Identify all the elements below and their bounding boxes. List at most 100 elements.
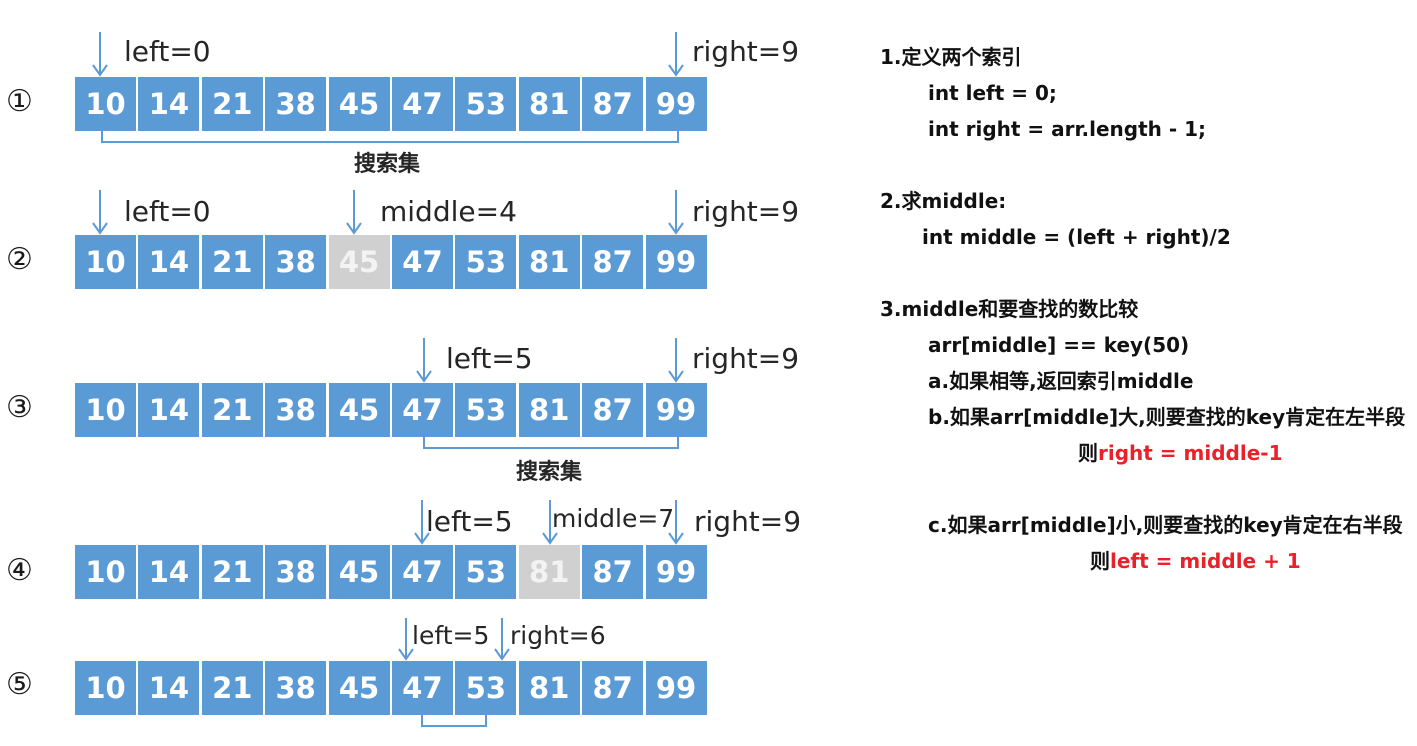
note-step3-case-a: a.如果相等,返回索引middle — [928, 369, 1194, 393]
array-cell: 53 — [455, 235, 517, 289]
array-cell: 14 — [138, 77, 200, 131]
step-label: ② — [6, 242, 33, 277]
right-pointer-arrow-icon — [668, 500, 684, 548]
array-cell: 38 — [265, 661, 327, 715]
array-cell: 99 — [645, 545, 707, 599]
array-cell: 10 — [75, 545, 136, 599]
array-cell: 81 — [518, 235, 580, 289]
note-step2-title: 2.求middle: — [880, 189, 1007, 213]
array-cell: 87 — [582, 383, 644, 437]
note-step3-title: 3.middle和要查找的数比较 — [880, 297, 1139, 321]
note-step1-line1: int left = 0; — [928, 81, 1057, 105]
step-label: ③ — [6, 390, 33, 425]
array-cell: 45 — [328, 383, 390, 437]
array-cell: 14 — [138, 235, 200, 289]
array-row: 10 14 21 38 45 47 53 81 87 99 — [75, 545, 708, 599]
array-cell: 87 — [582, 661, 644, 715]
array-cell: 47 — [391, 661, 453, 715]
note-step3-case-c: c.如果arr[middle]小,则要查找的key肯定在右半段 — [928, 513, 1403, 537]
search-range-bracket — [101, 130, 679, 143]
middle-pointer-label: middle=4 — [380, 195, 517, 228]
array-cell: 47 — [391, 383, 453, 437]
note-step1-line2: int right = arr.length - 1; — [928, 117, 1207, 141]
array-cell: 38 — [265, 545, 327, 599]
array-row: 10 14 21 38 45 47 53 81 87 99 — [75, 77, 708, 131]
left-pointer-label: left=5 — [412, 621, 490, 650]
array-cell: 81 — [518, 383, 580, 437]
right-pointer-label: right=6 — [510, 621, 606, 650]
array-cell: 21 — [201, 235, 263, 289]
array-cell: 10 — [75, 235, 136, 289]
array-cell: 99 — [645, 383, 707, 437]
array-cell: 45 — [328, 545, 390, 599]
middle-pointer-arrow-icon — [346, 190, 362, 238]
array-cell: 81 — [518, 77, 580, 131]
left-pointer-label: left=0 — [124, 195, 211, 228]
array-cell: 99 — [645, 77, 707, 131]
array-cell: 14 — [138, 383, 200, 437]
array-cell: 10 — [75, 383, 136, 437]
note-step3-case-b: b.如果arr[middle]大,则要查找的key肯定在左半段 — [928, 405, 1406, 429]
array-cell: 53 — [455, 545, 517, 599]
note-step1-title: 1.定义两个索引 — [880, 45, 1022, 69]
array-cell-middle: 81 — [518, 545, 580, 599]
array-cell: 10 — [75, 661, 136, 715]
note-step3-case-b-action: 则right = middle-1 — [1078, 440, 1282, 466]
array-cell: 99 — [645, 235, 707, 289]
array-cell: 81 — [518, 661, 580, 715]
note-prefix: 则 — [1078, 441, 1098, 465]
right-pointer-arrow-icon — [494, 618, 510, 666]
search-range-bracket — [421, 714, 487, 727]
array-cell: 47 — [391, 235, 453, 289]
array-cell: 45 — [328, 77, 390, 131]
array-cell: 53 — [455, 77, 517, 131]
left-pointer-arrow-icon — [92, 190, 108, 238]
step-label: ⑤ — [6, 667, 33, 702]
note-prefix: 则 — [1090, 549, 1110, 573]
array-cell: 53 — [455, 661, 517, 715]
array-cell: 21 — [201, 661, 263, 715]
array-row: 10 14 21 38 45 47 53 81 87 99 — [75, 661, 708, 715]
search-range-label: 搜索集 — [354, 152, 421, 177]
array-cell: 38 — [265, 383, 327, 437]
array-cell: 99 — [645, 661, 707, 715]
note-red-code: left = middle + 1 — [1110, 549, 1301, 573]
array-cell: 87 — [582, 77, 644, 131]
left-pointer-label: left=5 — [426, 505, 513, 538]
right-pointer-label: right=9 — [692, 342, 800, 375]
step-label: ① — [6, 84, 33, 119]
left-pointer-arrow-icon — [416, 338, 432, 386]
array-cell: 21 — [201, 383, 263, 437]
note-red-code: right = middle-1 — [1098, 441, 1283, 465]
left-pointer-arrow-icon — [92, 32, 108, 80]
left-pointer-label: left=5 — [446, 342, 533, 375]
right-pointer-arrow-icon — [668, 190, 684, 238]
array-row: 10 14 21 38 45 47 53 81 87 99 — [75, 383, 708, 437]
array-cell-middle: 45 — [328, 235, 390, 289]
array-cell: 38 — [265, 235, 327, 289]
search-range-bracket — [423, 436, 679, 449]
array-cell: 38 — [265, 77, 327, 131]
array-cell: 87 — [582, 545, 644, 599]
array-cell: 21 — [201, 545, 263, 599]
right-pointer-label: right=9 — [692, 195, 800, 228]
middle-pointer-label: middle=7 — [552, 504, 675, 533]
array-row: 10 14 21 38 45 47 53 81 87 99 — [75, 235, 708, 289]
array-cell: 14 — [138, 545, 200, 599]
right-pointer-label: right=9 — [694, 505, 802, 538]
note-step3-line1: arr[middle] == key(50) — [928, 333, 1190, 357]
note-step2-line1: int middle = (left + right)/2 — [922, 225, 1231, 249]
array-cell: 10 — [75, 77, 136, 131]
array-cell: 14 — [138, 661, 200, 715]
array-cell: 47 — [391, 77, 453, 131]
array-cell: 53 — [455, 383, 517, 437]
binary-search-diagram: ① left=0 right=9 10 14 21 38 45 47 53 81… — [0, 0, 1417, 746]
note-step3-case-c-action: 则left = middle + 1 — [1090, 548, 1301, 574]
search-range-label: 搜索集 — [516, 460, 583, 485]
array-cell: 47 — [391, 545, 453, 599]
right-pointer-label: right=9 — [692, 35, 800, 68]
right-pointer-arrow-icon — [668, 32, 684, 80]
step-label: ④ — [6, 553, 33, 588]
array-cell: 87 — [582, 235, 644, 289]
array-cell: 21 — [201, 77, 263, 131]
